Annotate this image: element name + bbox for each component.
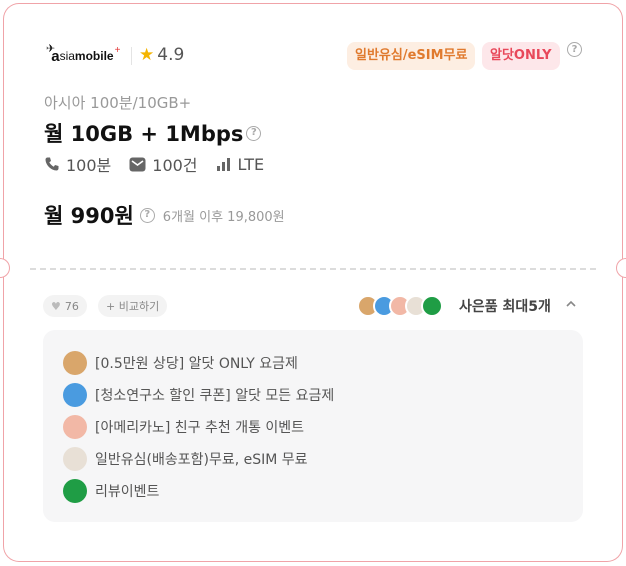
gift-item: 리뷰이벤트: [63, 479, 159, 503]
price-row: 월 990원 ? 6개월 이후 19,800원: [44, 200, 285, 230]
gift-item: 일반유심(배송포함)무료, eSIM 무료: [63, 447, 308, 471]
gift-item-label: 일반유심(배송포함)무료, eSIM 무료: [95, 452, 308, 468]
gift-item: [0.5만원 상당] 알닷 ONLY 요금제: [63, 351, 298, 375]
star-icon: ★: [139, 45, 155, 65]
chevron-up-icon[interactable]: [565, 296, 577, 312]
gift-item: [청소연구소 할인 쿠폰] 알닷 모든 요금제: [63, 383, 334, 407]
spec-voice-label: 100분: [66, 156, 112, 175]
sim-card-icon: [63, 447, 87, 471]
gift-item-label: [청소연구소 할인 쿠폰] 알닷 모든 요금제: [95, 388, 335, 404]
gift-avatars[interactable]: [357, 295, 443, 317]
gift-item-label: [0.5만원 상당] 알닷 ONLY 요금제: [95, 356, 298, 372]
rating-value: 4.9: [157, 45, 185, 65]
plan-title-text: 월 10GB + 1Mbps: [44, 122, 244, 146]
coupon-icon: [63, 351, 87, 375]
logo-divider: [131, 47, 132, 65]
review-icon: [63, 479, 87, 503]
plan-price: 월 990원: [44, 204, 134, 228]
plan-subtitle: 아시아 100분/10GB+: [44, 94, 192, 112]
compare-label: + 비교하기: [106, 300, 160, 313]
gift-item-label: 리뷰이벤트: [95, 484, 160, 500]
gift-section-title[interactable]: 사은품 최대5개: [459, 296, 551, 316]
like-button[interactable]: ♥ 76: [43, 295, 87, 317]
spec-sms-label: 100건: [152, 156, 198, 175]
gift-item-label: [아메리카노] 친구 추천 개통 이벤트: [95, 420, 305, 436]
spec-voice: 100분: [44, 152, 111, 176]
plane-icon: ✈: [46, 41, 56, 55]
gift-item: [아메리카노] 친구 추천 개통 이벤트: [63, 415, 304, 439]
price-help-icon[interactable]: ?: [139, 207, 155, 223]
like-count: 76: [64, 299, 79, 313]
phone-icon: [45, 157, 59, 171]
signal-icon: [216, 158, 230, 171]
plan-title: 월 10GB + 1Mbps ?: [44, 118, 262, 148]
logo-wordmark: a sia mobile +: [51, 44, 121, 65]
compare-button[interactable]: + 비교하기: [98, 295, 168, 317]
plan-help-icon[interactable]: ?: [246, 125, 262, 141]
provider-rating: ★ 4.9: [139, 45, 184, 65]
help-icon[interactable]: ?: [567, 42, 582, 57]
cleaning-icon: [63, 383, 87, 407]
price-after-promo: 6개월 이후 19,800원: [162, 209, 285, 225]
card-divider: [30, 268, 596, 270]
provider-logo: ✈ a sia mobile +: [46, 41, 121, 68]
spec-network-label: LTE: [237, 154, 265, 174]
gift-list: [0.5만원 상당] 알닷 ONLY 요금제 [청소연구소 할인 쿠폰] 알닷 …: [43, 330, 583, 522]
spec-network: LTE: [216, 154, 265, 174]
heart-icon: ♥: [51, 299, 61, 313]
coffee-icon: [63, 415, 87, 439]
plan-specs: 100분 100건 LTE: [44, 152, 282, 176]
badge-free-sim: 일반유심/eSIM무료: [347, 42, 476, 70]
badge-exclusive: 알닷ONLY: [482, 42, 560, 70]
gift-avatar-5: [421, 295, 443, 317]
message-icon: [129, 157, 146, 171]
spec-sms: 100건: [129, 152, 198, 176]
